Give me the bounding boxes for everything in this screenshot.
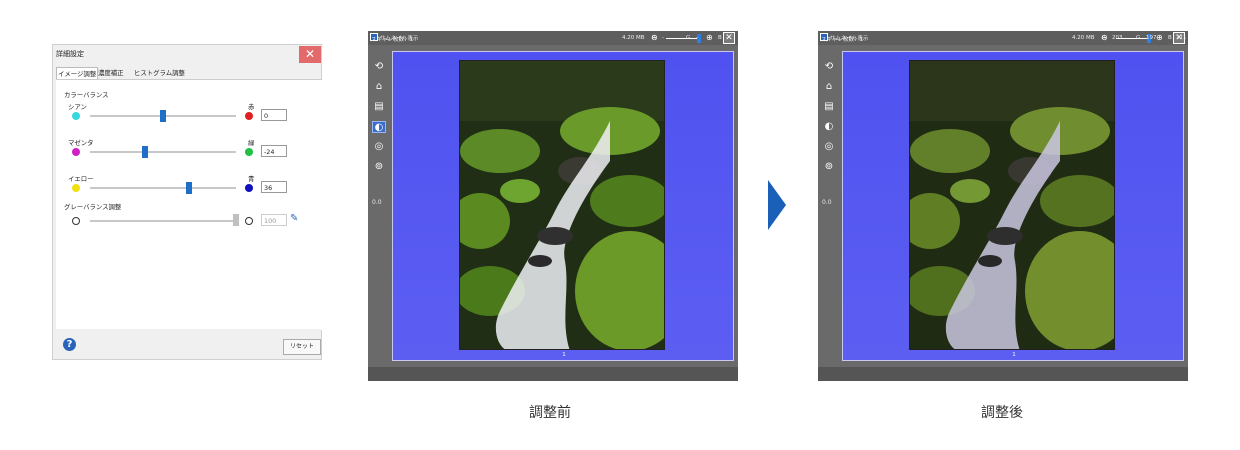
arrow-right-icon	[768, 180, 786, 230]
status-bar	[818, 367, 1188, 381]
channel-value-field[interactable]: 36	[261, 181, 287, 193]
color-adjust-icon[interactable]: ⊚	[372, 161, 386, 173]
r-label: R	[652, 35, 656, 41]
gray-balance-track[interactable]	[90, 220, 236, 222]
gray-balance-thumb[interactable]	[233, 214, 239, 226]
g-label: G	[686, 35, 691, 41]
sidebar-value: 0.0	[372, 199, 382, 206]
bookmark-icon[interactable]: ▤	[372, 101, 386, 113]
caption-before: 調整前	[529, 405, 571, 421]
brightness-icon[interactable]: ◐	[372, 121, 386, 133]
preview-window-before: サムネイル表示 ⊖ ⊕ ✕ ⟲ ⌂ ▤ ◐ ◎ ⊚ 0.0 1 スキャン枚数：1…	[368, 31, 738, 381]
scanned-photo[interactable]	[459, 60, 665, 350]
channel-right-label: 緑	[248, 139, 255, 147]
rotate-icon[interactable]: ⟲	[822, 61, 836, 73]
color-adjust-icon[interactable]: ⊚	[822, 161, 836, 173]
brightness-icon[interactable]: ◐	[822, 121, 836, 133]
color-balance-label: カラーバランス	[64, 91, 109, 99]
dialog-footer	[53, 329, 321, 359]
b-label: B	[718, 35, 722, 41]
b-value: 111	[1176, 35, 1187, 41]
file-size: 4.20 MB	[1072, 35, 1095, 41]
channel-value-field[interactable]: -24	[261, 145, 287, 157]
waterfall-photo-image	[910, 61, 1114, 349]
b-value: -	[726, 35, 728, 41]
waterfall-photo-image	[460, 61, 664, 349]
tab-density-correction[interactable]: 濃度補正	[97, 67, 125, 79]
scanned-photo[interactable]	[909, 60, 1115, 350]
caption-after: 調整後	[981, 405, 1023, 421]
channel-left-label: マゼンタ	[68, 139, 94, 147]
tab-histogram-adjust[interactable]: ヒストグラム調整	[133, 67, 186, 79]
auto-adjust-icon[interactable]: ⌂	[372, 81, 386, 93]
channel-left-label: イエロー	[68, 175, 94, 183]
gray-right-circle-icon	[245, 217, 253, 225]
right-color-dot-icon	[245, 184, 253, 192]
settings-dialog: 詳細設定 ✕ イメージ調整 濃度補正 ヒストグラム調整 カラーバランス シアン …	[52, 44, 322, 360]
preview-canvas[interactable]: 1	[392, 51, 734, 361]
left-color-dot-icon	[72, 112, 80, 120]
left-color-dot-icon	[72, 184, 80, 192]
sidebar-value: 0.0	[822, 199, 832, 206]
g-value: 197	[1146, 35, 1157, 41]
scan-count: スキャン枚数：1	[371, 37, 413, 43]
g-value: -	[696, 35, 698, 41]
channel-slider-thumb[interactable]	[142, 146, 149, 158]
auto-adjust-icon[interactable]: ⌂	[822, 81, 836, 93]
r-label: R	[1102, 35, 1106, 41]
tab-panel: カラーバランス シアン 赤 0 マゼンタ 緑 -24 イエロー 青 36 グレーバラ…	[56, 79, 322, 330]
channel-left-label: シアン	[68, 103, 87, 111]
channel-slider-thumb[interactable]	[186, 182, 193, 194]
bookmark-icon[interactable]: ▤	[822, 101, 836, 113]
r-value: 203	[1112, 35, 1123, 41]
left-color-dot-icon	[72, 148, 80, 156]
page-number: 1	[562, 352, 566, 358]
page-number: 1	[1012, 352, 1016, 358]
reset-button[interactable]: リセット	[283, 339, 321, 355]
preview-window-after: サムネイル表示 ⊖ ⊕ ✕ ⟲ ⌂ ▤ ◐ ◎ ⊚ 0.0 1 スキャン枚数：1…	[818, 31, 1188, 381]
channel-slider-track[interactable]	[90, 151, 236, 153]
scan-count: スキャン枚数：1	[821, 37, 863, 43]
color-auto-icon[interactable]: ◎	[372, 141, 386, 153]
zoom-in-icon[interactable]: ⊕	[1156, 33, 1163, 42]
channel-slider-track[interactable]	[90, 187, 236, 189]
color-auto-icon[interactable]: ◎	[822, 141, 836, 153]
channel-right-label: 青	[248, 175, 255, 183]
zoom-slider-track[interactable]	[666, 38, 698, 39]
help-icon[interactable]: ?	[63, 338, 76, 351]
status-bar	[368, 367, 738, 381]
b-label: B	[1168, 35, 1172, 41]
right-color-dot-icon	[245, 148, 253, 156]
channel-right-label: 赤	[248, 103, 255, 111]
close-button[interactable]: ✕	[299, 46, 321, 63]
gray-value-field[interactable]: 100	[261, 214, 287, 226]
file-size: 4.20 MB	[622, 35, 645, 41]
channel-slider-thumb[interactable]	[160, 110, 166, 122]
right-color-dot-icon	[245, 112, 253, 120]
dialog-title: 詳細設定	[56, 50, 84, 58]
gray-balance-label: グレーバランス調整	[64, 203, 122, 211]
eyedropper-icon[interactable]: ✎	[290, 213, 298, 224]
tool-sidebar: ⟲ ⌂ ▤ ◐ ◎ ⊚ 0.0	[818, 45, 842, 367]
r-value: -	[662, 35, 664, 41]
preview-canvas[interactable]: 1	[842, 51, 1184, 361]
g-label: G	[1136, 35, 1141, 41]
tool-sidebar: ⟲ ⌂ ▤ ◐ ◎ ⊚ 0.0	[368, 45, 392, 367]
gray-left-circle-icon	[72, 217, 80, 225]
rotate-icon[interactable]: ⟲	[372, 61, 386, 73]
zoom-in-icon[interactable]: ⊕	[706, 33, 713, 42]
channel-value-field[interactable]: 0	[261, 109, 287, 121]
close-preview-button[interactable]: ✕	[723, 32, 735, 44]
